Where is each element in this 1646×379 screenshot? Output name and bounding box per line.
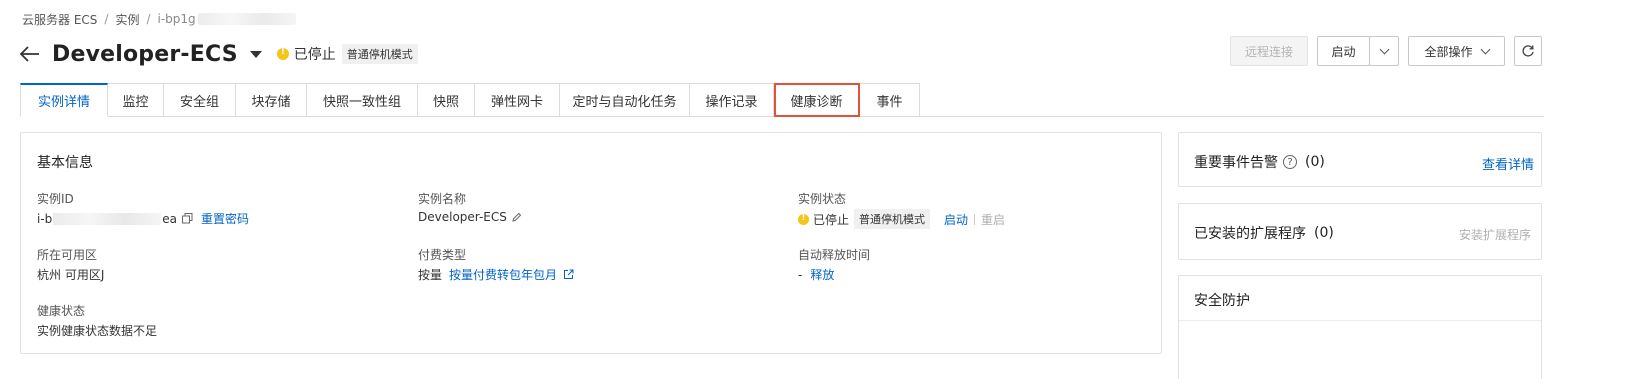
- edit-icon[interactable]: [511, 211, 523, 223]
- zone-value: 杭州 可用区J: [37, 268, 105, 282]
- chevron-down-icon: [1480, 44, 1490, 54]
- billing-value: 按量 按量付费转包年包月: [418, 266, 574, 283]
- redacted-text: [197, 13, 296, 25]
- divider: [974, 213, 976, 225]
- breadcrumb-instance-id: i-bp1g: [157, 12, 196, 26]
- warning-dot-icon: [798, 213, 809, 225]
- instance-name-text: Developer-ECS: [418, 210, 507, 224]
- basic-info-card: 基本信息 实例ID i-b ea 重置密码 实例名称 Developer-ECS…: [20, 132, 1162, 354]
- auto-release-value: - 释放: [798, 266, 834, 283]
- reset-password-link[interactable]: 重置密码: [201, 210, 249, 227]
- dropdown-caret-icon[interactable]: [249, 50, 262, 58]
- events-view-details-link[interactable]: 查看详情: [1482, 154, 1534, 173]
- start-button[interactable]: 启动: [1317, 36, 1370, 66]
- install-extension-link[interactable]: 安装扩展程序: [1459, 226, 1531, 243]
- refresh-button[interactable]: [1514, 36, 1542, 66]
- health-value: 实例健康状态数据不足: [37, 324, 158, 338]
- tab-block-storage[interactable]: 块存储: [236, 83, 307, 117]
- instance-status-value: 已停止 普通停机模式 启动 重启: [798, 209, 1005, 229]
- breadcrumb-separator: /: [104, 12, 109, 26]
- health-label: 健康状态: [37, 304, 86, 318]
- extensions-count: (0): [1314, 225, 1334, 241]
- external-link-icon[interactable]: [562, 269, 574, 281]
- start-dropdown-button[interactable]: [1369, 36, 1399, 66]
- instance-status-label: 实例状态: [798, 192, 847, 206]
- zone-label: 所在可用区: [37, 248, 98, 262]
- tab-bar: 实例详情 监控 安全组 块存储 快照一致性组 快照 弹性网卡 定时与自动化任务 …: [20, 83, 920, 117]
- tab-events[interactable]: 事件: [860, 83, 920, 117]
- back-arrow-icon[interactable]: [18, 42, 42, 66]
- tab-operation-logs[interactable]: 操作记录: [690, 83, 774, 117]
- events-title-row: 重要事件告警 ? (0): [1194, 152, 1325, 172]
- instance-id-suffix: ea: [162, 211, 178, 226]
- chevron-down-icon: [1379, 44, 1389, 54]
- basic-info-title: 基本信息: [37, 155, 93, 171]
- breadcrumb-instances[interactable]: 实例: [115, 11, 139, 28]
- extensions-title: 已安装的扩展程序: [1194, 226, 1306, 242]
- breadcrumb-ecs[interactable]: 云服务器 ECS: [22, 11, 97, 28]
- auto-release-label: 自动释放时间: [798, 248, 871, 262]
- auto-release-time: -: [798, 267, 803, 282]
- copy-icon[interactable]: [181, 213, 193, 225]
- breadcrumb-separator: /: [146, 12, 151, 26]
- warning-dot-icon: [276, 47, 289, 60]
- instance-id-value: i-b ea 重置密码: [37, 210, 249, 227]
- events-title: 重要事件告警: [1194, 155, 1278, 171]
- tab-monitoring[interactable]: 监控: [108, 83, 164, 117]
- tab-scheduled-tasks[interactable]: 定时与自动化任务: [560, 83, 690, 117]
- security-card: 安全防护: [1178, 275, 1542, 379]
- billing-type: 按量: [418, 268, 443, 282]
- remote-connect-button[interactable]: 远程连接: [1230, 36, 1308, 66]
- extensions-title-row: 已安装的扩展程序 (0): [1194, 223, 1334, 243]
- page-header: Developer-ECS 已停止 普通停机模式: [18, 38, 418, 70]
- help-icon[interactable]: ?: [1283, 155, 1297, 169]
- divider: [1179, 320, 1541, 321]
- events-count: (0): [1305, 154, 1325, 170]
- instance-name-label: 实例名称: [418, 192, 467, 206]
- start-link[interactable]: 启动: [944, 211, 968, 228]
- events-card: 重要事件告警 ? (0) 查看详情: [1178, 132, 1542, 187]
- stop-mode-tag: 普通停机模式: [854, 209, 931, 229]
- stop-mode-tag: 普通停机模式: [341, 44, 418, 64]
- instance-id-label: 实例ID: [37, 192, 74, 206]
- redacted-text: [53, 212, 162, 225]
- breadcrumb: 云服务器 ECS / 实例 / i-bp1g: [22, 10, 296, 28]
- release-link[interactable]: 释放: [810, 266, 834, 283]
- instance-status-text: 已停止: [813, 212, 850, 227]
- tab-snapshot-consistency-group[interactable]: 快照一致性组: [307, 83, 418, 117]
- instance-id-prefix: i-b: [37, 211, 53, 226]
- restart-link[interactable]: 重启: [981, 211, 1005, 228]
- tab-security-group[interactable]: 安全组: [164, 83, 236, 117]
- all-actions-label: 全部操作: [1424, 44, 1473, 59]
- tab-eni[interactable]: 弹性网卡: [475, 83, 560, 117]
- security-title: 安全防护: [1194, 293, 1250, 309]
- instance-status: 已停止: [293, 47, 336, 63]
- page-title: Developer-ECS: [52, 41, 238, 67]
- tab-snapshots[interactable]: 快照: [418, 83, 475, 117]
- refresh-icon: [1522, 45, 1534, 57]
- billing-label: 付费类型: [418, 248, 467, 262]
- billing-convert-link[interactable]: 按量付费转包年包月: [449, 266, 557, 283]
- tab-health-diagnosis[interactable]: 健康诊断: [774, 83, 860, 117]
- instance-name-value: Developer-ECS: [418, 210, 523, 224]
- tab-instance-details[interactable]: 实例详情: [20, 83, 108, 117]
- extensions-card: 已安装的扩展程序 (0) 安装扩展程序: [1178, 203, 1542, 260]
- all-actions-button[interactable]: 全部操作: [1408, 36, 1505, 66]
